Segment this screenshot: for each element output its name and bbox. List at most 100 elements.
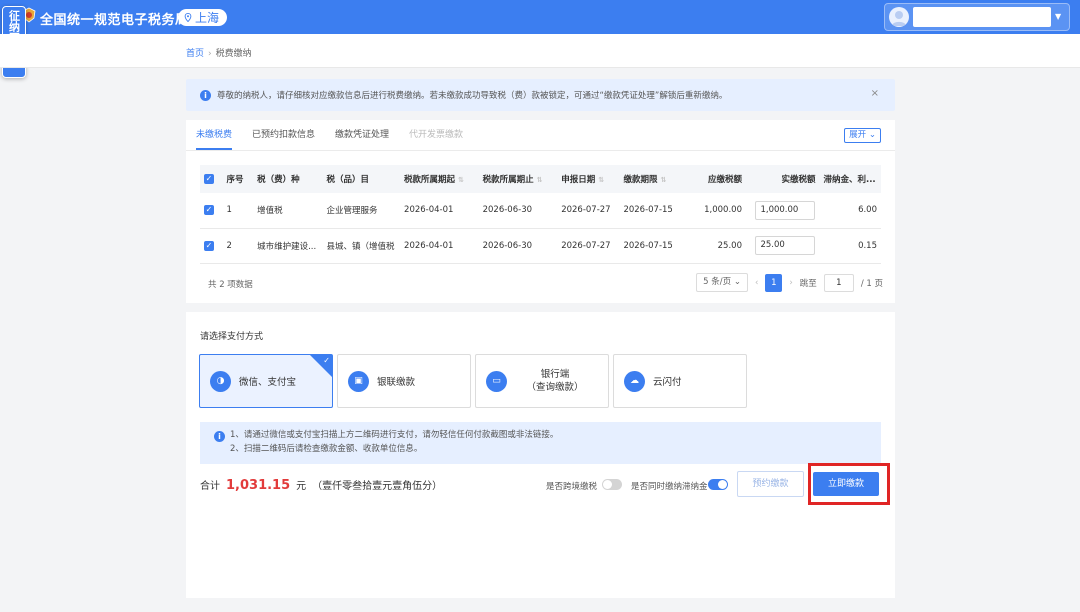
table-header-row: ✓ 序号 税（费）种 税（品）目 税款所属期起 ⇅ 税款所属期止 ⇅ 申报日期 ⇅ 缴… xyxy=(200,165,881,193)
sort-icon: ⇅ xyxy=(660,176,667,184)
row-checkbox[interactable]: ✓ xyxy=(204,240,214,251)
col-period-start[interactable]: 税款所属期起 ⇅ xyxy=(400,165,479,193)
row-checkbox[interactable]: ✓ xyxy=(204,205,214,216)
unionpay-icon: ▣ xyxy=(348,370,369,392)
breadcrumb: 首页 › 税费缴纳 xyxy=(186,46,252,59)
amount-unit: 元 xyxy=(296,481,307,492)
col-paid-amount: 实缴税额 xyxy=(745,165,820,193)
select-all-checkbox[interactable]: ✓ xyxy=(204,174,214,184)
cell-declare: 2026-07-27 xyxy=(557,228,620,264)
pay-method-unionpay[interactable]: ▣ 银联缴款 xyxy=(337,354,471,408)
amount-in-words: （壹仟零叁拾壹元壹角伍分） xyxy=(312,481,443,492)
city-name: 上海 xyxy=(195,11,220,25)
user-menu[interactable]: ▼ xyxy=(884,3,1070,31)
cell-tax: 增值税 xyxy=(253,193,323,229)
cell-end: 2026-06-30 xyxy=(478,193,558,229)
col-declare-date[interactable]: 申报日期 ⇅ xyxy=(557,165,620,193)
next-page-icon[interactable]: › xyxy=(789,278,792,288)
pay-method-label: 云闪付 xyxy=(653,377,682,388)
total-count: 共 2 项数据 xyxy=(208,280,253,290)
cloud-pay-icon: ☁ xyxy=(624,370,645,392)
pay-method-bank[interactable]: ▭ 银行端 （查询缴款） xyxy=(475,354,609,408)
username-field xyxy=(913,7,1051,27)
col-tax-type: 税（费）种 xyxy=(253,165,323,193)
sub-header xyxy=(0,34,1080,68)
cell-tax: 城市维护建设... xyxy=(253,228,323,264)
check-icon: ✓ xyxy=(323,356,330,365)
jump-label: 跳至 xyxy=(799,278,817,289)
payment-panel: 请选择支付方式 ◑ 微信、支付宝 ✓ ▣ 银联缴款 ▭ 银行端 （查询缴款） ☁ … xyxy=(186,312,895,598)
cell-end: 2026-06-30 xyxy=(478,228,558,264)
cross-region-toggle[interactable] xyxy=(602,479,622,490)
cell-declare: 2026-07-27 xyxy=(557,193,620,229)
late-fee-label: 是否同时缴纳滞纳金 xyxy=(631,482,708,492)
tab-invoice-payment[interactable]: 代开发票缴款 xyxy=(409,120,463,150)
chevron-down-icon: ⌄ xyxy=(733,277,741,287)
cell-no: 1 xyxy=(222,193,254,229)
col-due-amount: 应缴税额 xyxy=(690,165,746,193)
tax-list-panel: 未缴税费 已预约扣款信息 缴款凭证处理 代开发票缴款 展开 ⌄ ✓ 序号 税（费… xyxy=(186,120,895,303)
table-row: ✓ 1 增值税 企业管理服务 2026-04-01 2026-06-30 202… xyxy=(200,193,881,229)
paid-amount-input[interactable]: 1,000.00 xyxy=(755,200,816,220)
cell-due: 25.00 xyxy=(690,228,746,264)
bank-card-icon: ▭ xyxy=(486,370,507,392)
tab-payment-voucher[interactable]: 缴款凭证处理 xyxy=(335,120,389,150)
page-size-select[interactable]: 5 条/页 ⌄ xyxy=(696,273,748,292)
prev-page-icon[interactable]: ‹ xyxy=(755,278,758,288)
pay-method-label: 银行端 （查询缴款） xyxy=(526,369,584,393)
expand-label: 展开 xyxy=(849,130,867,140)
avatar xyxy=(889,7,909,27)
highlight-box xyxy=(808,463,890,505)
site-title: 全国统一规范电子税务局 xyxy=(40,13,189,28)
table-row: ✓ 2 城市维护建设... 县城、镇（增值税 2026-04-01 2026-0… xyxy=(200,228,881,264)
cell-late: 6.00 xyxy=(819,193,881,229)
user-avatar-icon xyxy=(892,11,906,26)
breadcrumb-home[interactable]: 首页 xyxy=(186,49,204,59)
paid-amount-input[interactable]: 25.00 xyxy=(755,236,816,255)
sort-icon: ⇅ xyxy=(536,176,543,184)
cell-item: 企业管理服务 xyxy=(322,193,401,229)
col-no: 序号 xyxy=(222,165,254,193)
cell-start: 2026-04-01 xyxy=(400,193,479,229)
col-period-end[interactable]: 税款所属期止 ⇅ xyxy=(478,165,558,193)
breadcrumb-separator: › xyxy=(208,49,212,59)
late-fee-toggle[interactable] xyxy=(708,479,728,490)
close-icon[interactable]: × xyxy=(871,88,879,99)
notice-text: 尊敬的纳税人，请仔细核对应缴款信息后进行税费缴纳。若未缴款成功导致税（费）款被锁… xyxy=(217,91,728,101)
info-icon: i xyxy=(200,89,211,101)
breadcrumb-current: 税费缴纳 xyxy=(215,49,252,59)
wechat-alipay-icon: ◑ xyxy=(210,370,231,392)
info-icon: i xyxy=(214,431,225,442)
cell-late: 0.15 xyxy=(819,228,881,264)
col-tax-item: 税（品）目 xyxy=(322,165,401,193)
tab-divider xyxy=(186,150,895,151)
tip-line: 2、扫描二维码后请检查缴款金额、收款单位信息。 xyxy=(230,444,423,454)
payment-title: 请选择支付方式 xyxy=(200,332,264,342)
sort-icon: ⇅ xyxy=(458,176,464,184)
chevron-down-icon[interactable]: ▼ xyxy=(1055,12,1061,21)
col-deadline[interactable]: 缴款期限 ⇅ xyxy=(619,165,691,193)
total-amount: 合计 1,031.15 元 （壹仟零叁拾壹元壹角伍分） xyxy=(200,477,442,493)
total-label: 合计 xyxy=(200,481,220,492)
cell-start: 2026-04-01 xyxy=(400,228,479,264)
cell-no: 2 xyxy=(222,228,254,264)
reserve-payment-button[interactable]: 预约缴款 xyxy=(737,471,804,497)
city-selector[interactable]: 上海 xyxy=(178,9,228,26)
tab-scheduled-deduction[interactable]: 已预约扣款信息 xyxy=(252,120,315,150)
cross-region-label: 是否跨境缴税 xyxy=(546,482,598,492)
pay-method-label: 微信、支付宝 xyxy=(239,377,297,388)
expand-button[interactable]: 展开 ⌄ xyxy=(844,128,881,143)
col-late-fee: 滞纳金、利... xyxy=(819,165,881,193)
payment-tips: i 1、请通过微信或支付宝扫描上方二维码进行支付，请勿轻信任何付款截图或非法链接… xyxy=(200,422,881,464)
cell-deadline: 2026-07-15 xyxy=(619,193,691,229)
page-number[interactable]: 1 xyxy=(765,273,783,292)
tip-line: 1、请通过微信或支付宝扫描上方二维码进行支付，请勿轻信任何付款截图或非法链接。 xyxy=(230,430,559,440)
jump-page-input[interactable]: 1 xyxy=(823,273,854,292)
pay-method-cloud-pay[interactable]: ☁ 云闪付 xyxy=(613,354,747,408)
pay-method-wechat-alipay[interactable]: ◑ 微信、支付宝 ✓ xyxy=(199,354,333,408)
tab-unpaid[interactable]: 未缴税费 xyxy=(196,120,233,150)
tax-table: ✓ 序号 税（费）种 税（品）目 税款所属期起 ⇅ 税款所属期止 ⇅ 申报日期 ⇅ 缴… xyxy=(200,165,881,264)
sort-icon: ⇅ xyxy=(598,176,605,184)
total-amount-value: 1,031.15 xyxy=(226,478,291,493)
location-pin-icon xyxy=(184,13,192,22)
